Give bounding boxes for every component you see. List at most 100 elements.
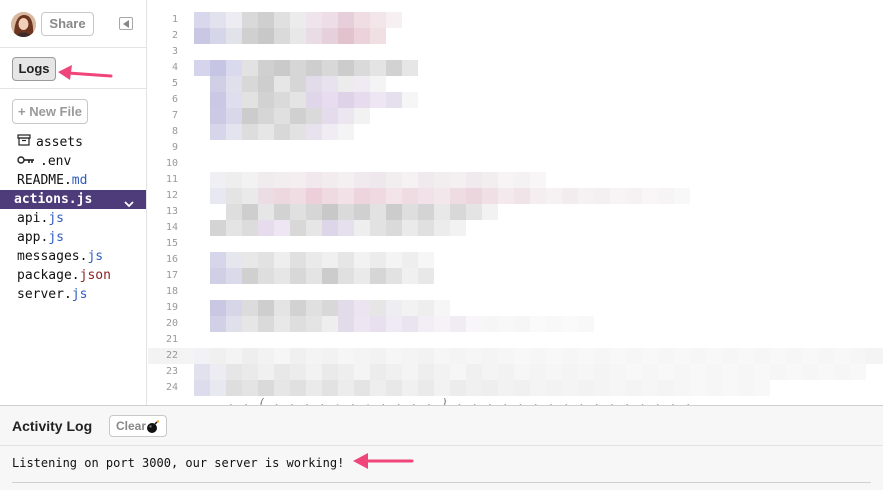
obscured-code-cell [482,316,498,332]
obscured-code-cell [226,108,242,124]
obscured-code-cell [434,316,450,332]
obscured-code-cell [562,316,578,332]
obscured-code-cell [386,268,402,284]
obscured-code-row [210,172,546,188]
obscured-code-cell [338,364,354,380]
obscured-code-cell [226,188,242,204]
obscured-code-row [194,380,770,396]
avatar[interactable] [11,12,36,37]
obscured-code-cell [514,172,530,188]
clear-log-button[interactable]: Clear [109,415,167,437]
annotation-arrow-icon [58,65,113,80]
obscured-code-cell [402,316,418,332]
obscured-code-cell [274,108,290,124]
obscured-code-cell [818,364,834,380]
obscured-code-cell [226,172,242,188]
obscured-code-row [210,124,354,140]
obscured-code-cell [306,364,322,380]
obscured-code-cell [242,12,258,28]
line-number: 12 [165,190,178,201]
obscured-code-row [194,28,386,44]
line-number: 14 [165,222,178,233]
obscured-code-cell [370,252,386,268]
file-item-app[interactable]: app.js [0,228,146,247]
file-item-server[interactable]: server.js [0,285,146,304]
obscured-code-cell [274,92,290,108]
obscured-code-cell [258,300,274,316]
obscured-code-cell [194,28,210,44]
obscured-code-cell [786,348,802,364]
collapse-sidebar-button[interactable] [119,17,133,30]
code-editor[interactable]: 1 2 3 4 5 6 7 8 9 10 11 12 13 14 15 16 17 18 19 20 21 22 23 24 … [148,0,883,405]
obscured-code-cell [210,92,226,108]
obscured-code-cell [530,172,546,188]
new-file-button[interactable]: + New File [12,99,88,124]
obscured-code-cell [466,172,482,188]
obscured-code-cell [322,316,338,332]
obscured-code-cell [290,364,306,380]
obscured-code-cell [402,300,418,316]
line-number: 4 [171,62,178,73]
file-item-api[interactable]: api.js [0,209,146,228]
obscured-code-cell [290,28,306,44]
file-name: assets [36,135,83,150]
obscured-code-cell [274,300,290,316]
obscured-code-cell [354,204,370,220]
obscured-code-cell [290,12,306,28]
obscured-code-cell [370,204,386,220]
obscured-code-cell [322,108,338,124]
file-item-assets[interactable]: assets [0,133,146,152]
obscured-code-cell [338,252,354,268]
obscured-code-cell [354,12,370,28]
obscured-code-row [226,204,498,220]
obscured-code-row [210,316,594,332]
file-item-readme[interactable]: README.md [0,171,146,190]
logs-button[interactable]: Logs [12,57,56,81]
obscured-code-cell [610,364,626,380]
obscured-code-cell [402,268,418,284]
file-item-messages[interactable]: messages.js [0,247,146,266]
activity-log-panel: Activity Log Clear Listening on port 300… [0,405,883,490]
obscured-code-cell [226,316,242,332]
obscured-code-cell [242,204,258,220]
obscured-code-cell [530,316,546,332]
obscured-code-cell [226,300,242,316]
obscured-code-cell [322,92,338,108]
obscured-code-cell [354,220,370,236]
file-item-package[interactable]: package.json [0,266,146,285]
obscured-code-cell [354,364,370,380]
obscured-code-cell [242,316,258,332]
obscured-code-cell [770,348,786,364]
obscured-code-cell [434,220,450,236]
file-item-env[interactable]: .env [0,152,146,171]
obscured-code-cell [322,380,338,396]
obscured-code-cell [418,268,434,284]
obscured-code-cell [306,76,322,92]
file-item-actions[interactable]: actions.js [0,190,146,209]
obscured-code-cell [322,28,338,44]
obscured-code-cell [354,268,370,284]
obscured-code-cell [466,316,482,332]
obscured-code-cell [306,204,322,220]
obscured-code-cell [242,220,258,236]
obscured-code-cell [322,188,338,204]
obscured-code-cell [290,92,306,108]
obscured-code-cell [386,252,402,268]
obscured-code-cell [370,76,386,92]
obscured-code-cell [834,364,850,380]
obscured-code-row [210,92,418,108]
obscured-code-cell [290,220,306,236]
file-ext: json [79,268,111,283]
file-name: README. [17,173,72,188]
obscured-code-cell [258,172,274,188]
obscured-code-cell [338,76,354,92]
obscured-code-cell [290,60,306,76]
obscured-code-row [210,220,466,236]
obscured-code-cell [370,28,386,44]
obscured-code-cell [322,268,338,284]
share-button[interactable]: Share [41,12,94,36]
line-number: 10 [165,158,178,169]
bomb-icon [146,420,160,440]
obscured-code-cell [370,380,386,396]
obscured-code-cell [274,188,290,204]
